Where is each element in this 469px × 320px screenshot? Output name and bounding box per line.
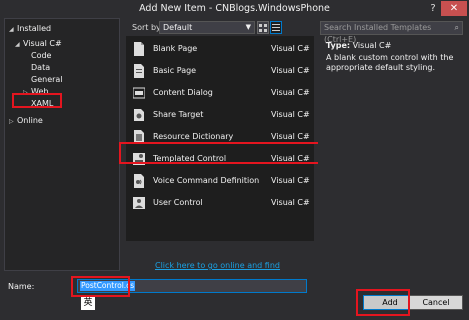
template-item-content-dialog[interactable]: Content Dialog Visual C# [126,82,314,104]
list-view-icon [272,24,280,31]
highlight-box-name [71,276,130,297]
sort-value: Default [163,23,193,32]
template-item-voice-command-definition[interactable]: Voice Command Definition Visual C# [126,170,314,192]
category-tree: ◢ Installed ◢ Visual C# Code Data General … [4,18,120,271]
title-bar: Add New Item - CNBlogs.WindowsPhone ? ✕ [0,0,469,18]
template-name: User Control [153,198,203,207]
tree-item-label: Data [31,63,51,72]
help-button[interactable]: ? [426,1,440,16]
search-icon[interactable]: ⌕ [455,22,459,34]
template-item-share-target[interactable]: Share Target Visual C# [126,104,314,126]
template-item-basic-page[interactable]: Basic Page Visual C# [126,60,314,82]
tree-item-label: Code [31,51,52,60]
sort-dropdown[interactable]: Default ▼ [159,21,255,34]
template-name: Basic Page [153,66,197,75]
template-language: Visual C# [271,66,310,75]
dialog-icon [133,87,145,99]
tree-item-visual-csharp[interactable]: ◢ Visual C# [15,38,62,49]
grid-view-icon [259,24,267,32]
template-description: A blank custom control with the appropri… [326,53,454,72]
close-button[interactable]: ✕ [441,1,467,16]
template-language: Visual C# [271,88,310,97]
small-icons-view-button[interactable] [270,21,282,34]
expander-icon[interactable]: ◢ [15,39,23,50]
tree-item-label: Visual C# [23,39,62,48]
tree-item-code[interactable]: Code [23,50,51,61]
highlight-box-xaml [12,93,62,108]
user-control-icon [133,197,145,209]
template-item-blank-page[interactable]: Blank Page Visual C# [126,38,314,60]
ime-indicator: 英 [81,297,95,310]
tree-item-data[interactable]: Data [23,62,50,73]
bottom-bar: Name: PostControl.cs 英 Add Cancel [0,271,469,320]
expander-icon[interactable]: ▷ [9,116,17,127]
window-title: Add New Item - CNBlogs.WindowsPhone [139,3,330,14]
type-label: Type: [326,41,351,50]
template-name: Share Target [153,110,204,119]
share-icon [134,109,144,121]
template-name: Content Dialog [153,88,213,97]
tree-item-general[interactable]: General [23,74,63,85]
template-name: Voice Command Definition [153,176,260,185]
tree-item-label: Installed [17,24,52,33]
highlight-box-add [356,289,410,316]
details-panel: Search Installed Templates (Ctrl+E) ⌕ Typ… [318,18,466,271]
template-language: Visual C# [271,176,310,185]
page-icon [134,42,144,56]
expander-icon[interactable]: ◢ [9,24,17,35]
template-name: Blank Page [153,44,198,53]
template-item-user-control[interactable]: User Control Visual C# [126,192,314,214]
template-language: Visual C# [271,110,310,119]
tree-item-installed[interactable]: ◢ Installed [9,23,51,34]
tree-item-label: General [31,75,63,84]
template-language: Visual C# [271,198,310,207]
template-list: Blank Page Visual C# Basic Page Visual C# … [126,36,314,241]
medium-icons-view-button[interactable] [257,21,269,34]
tree-item-online[interactable]: ▷ Online [9,115,43,126]
template-language: Visual C# [271,44,310,53]
template-name: Resource Dictionary [153,132,234,141]
search-input[interactable]: Search Installed Templates (Ctrl+E) ⌕ [320,21,463,44]
highlight-box-templated-control [119,142,335,164]
template-panel: Sort by: Default ▼ Blank Page Visual C# Ba… [119,18,335,279]
template-language: Visual C# [271,132,310,141]
name-label: Name: [8,282,35,291]
type-line: Type: Visual C# [326,41,391,50]
type-value: Visual C# [352,41,392,50]
tree-item-label: Online [17,116,43,125]
cancel-button[interactable]: Cancel [409,295,463,310]
voice-icon [134,174,144,188]
page-icon [134,64,144,78]
chevron-down-icon: ▼ [245,23,251,31]
